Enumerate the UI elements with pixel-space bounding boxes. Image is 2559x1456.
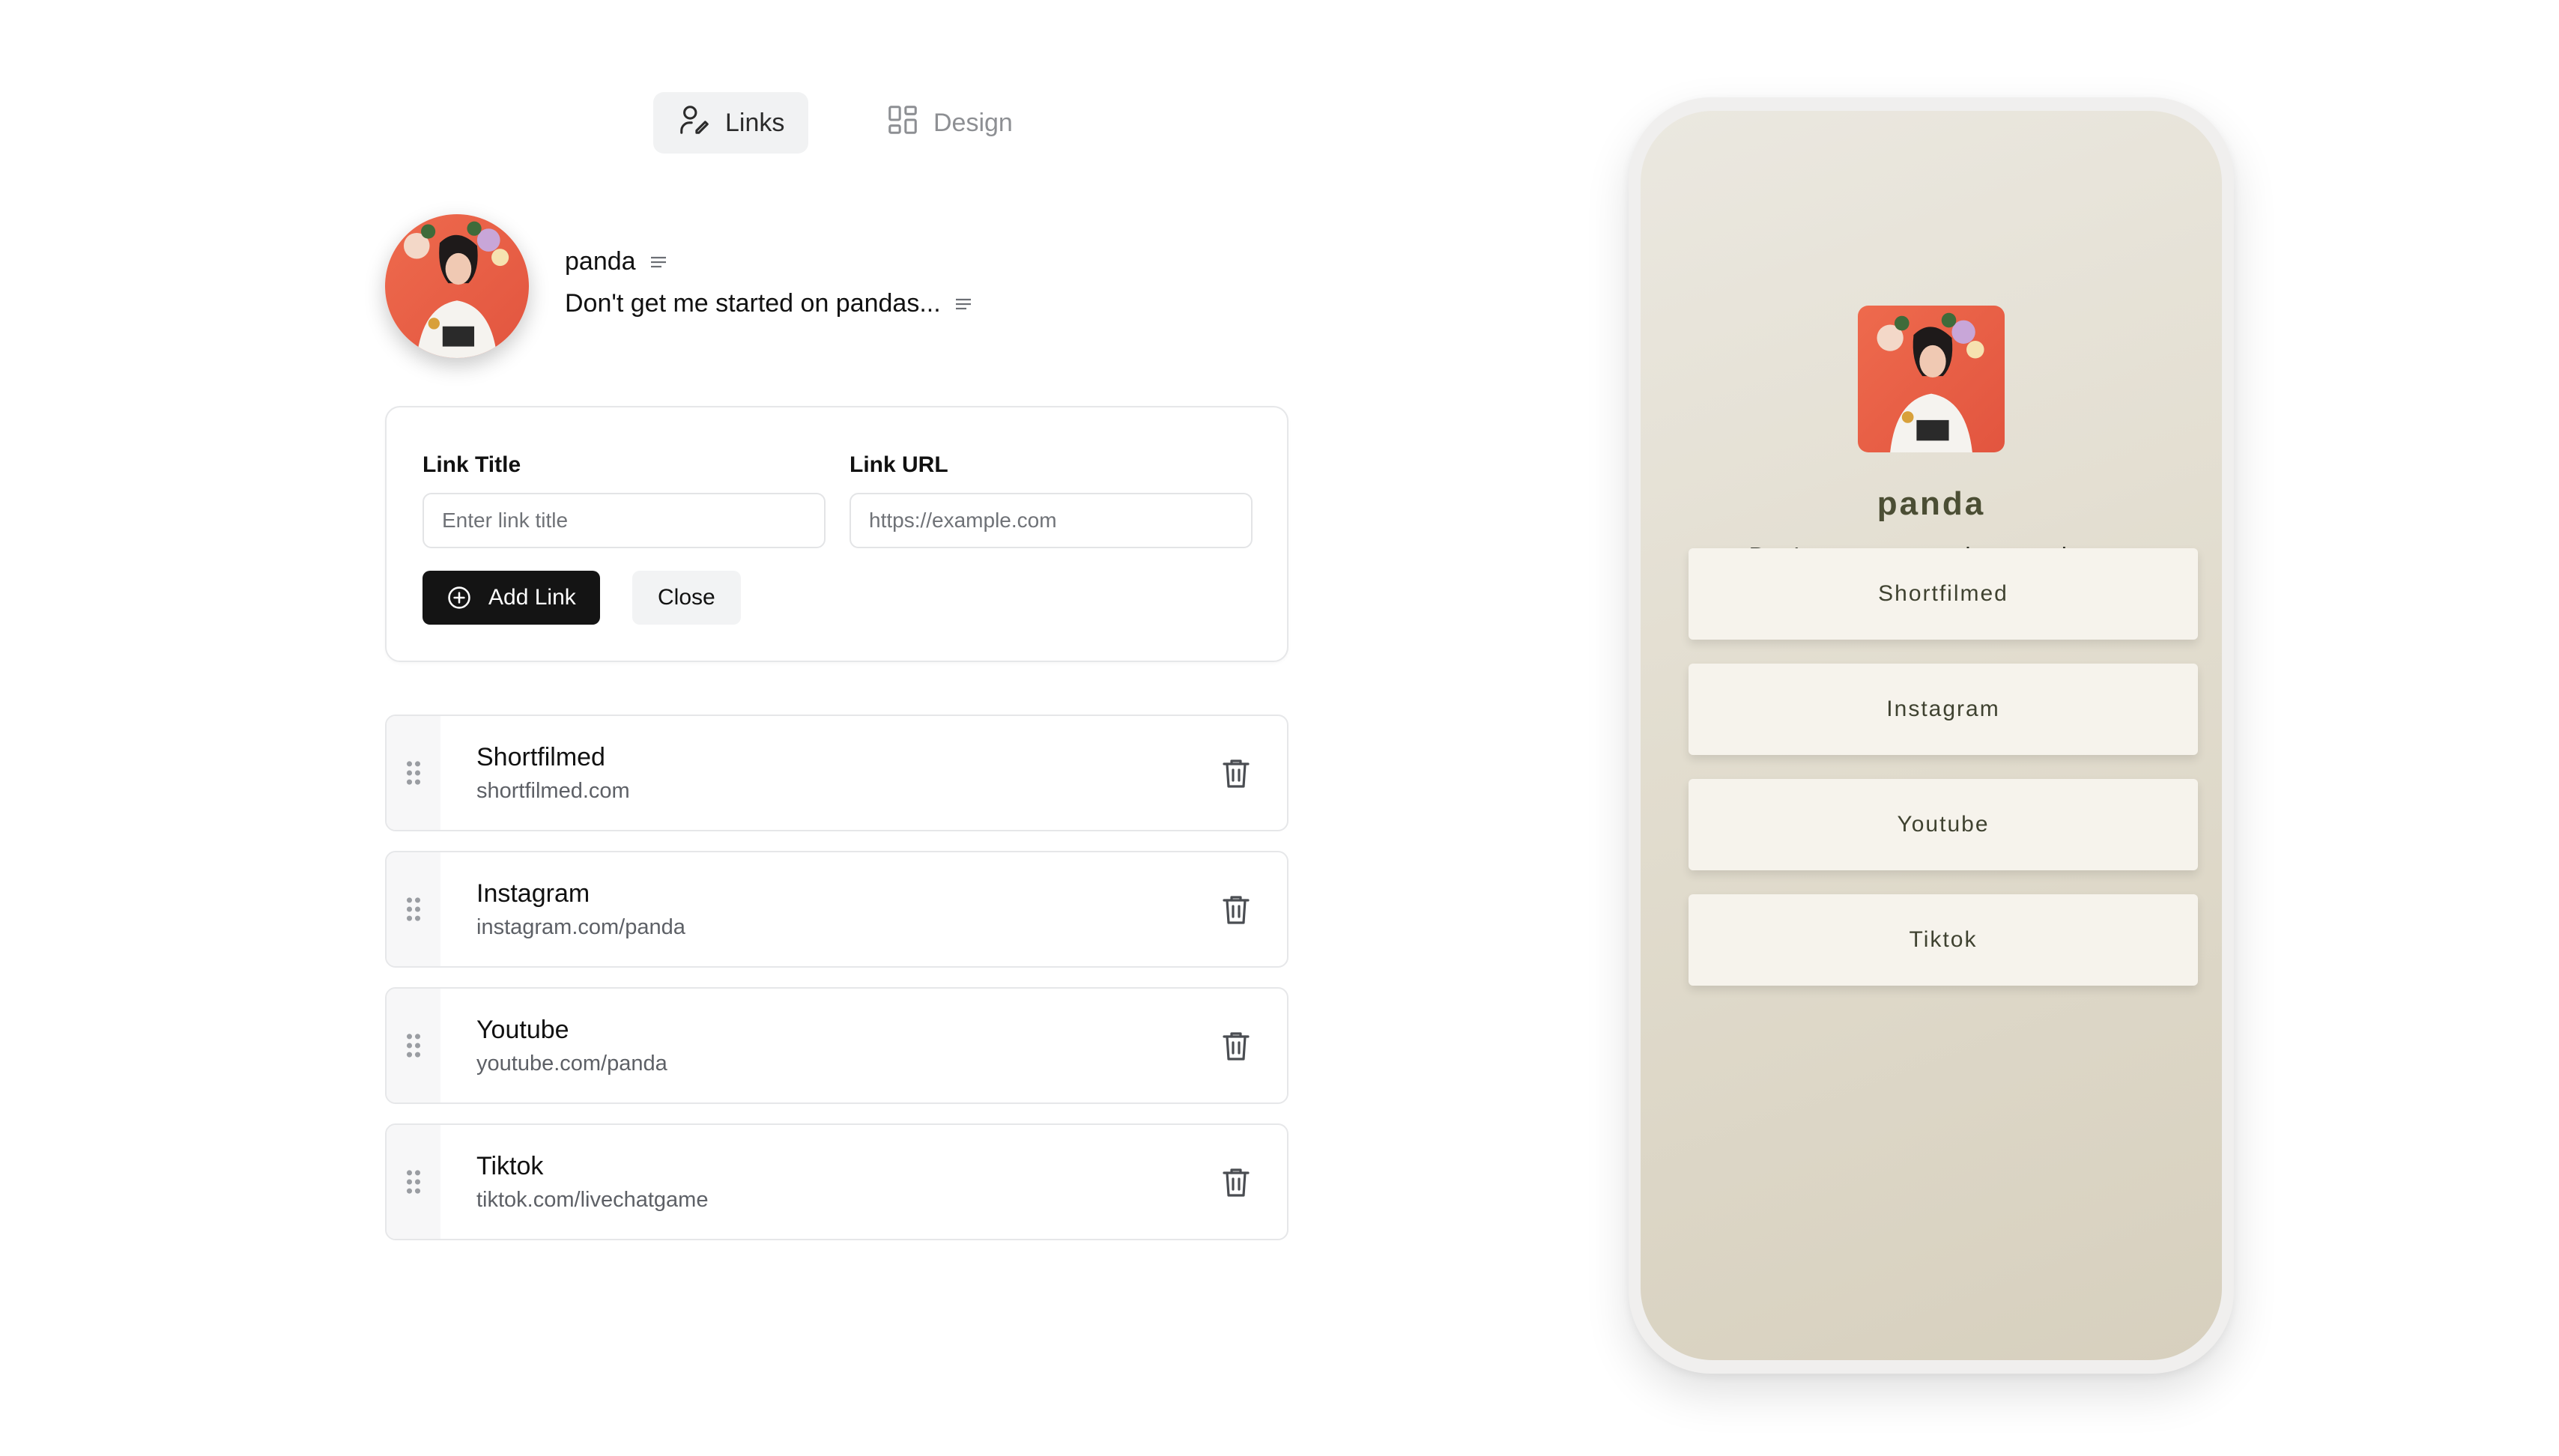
drag-handle[interactable] bbox=[387, 716, 440, 830]
link-title-label: Link Title bbox=[423, 452, 521, 477]
link-url-label: Link URL bbox=[850, 452, 948, 477]
layout-grid-icon bbox=[885, 103, 920, 144]
profile-avatar[interactable] bbox=[385, 214, 529, 358]
trash-icon[interactable] bbox=[1218, 891, 1254, 927]
link-item-url: shortfilmed.com bbox=[476, 779, 630, 803]
tab-links[interactable]: Links bbox=[653, 92, 809, 154]
close-label: Close bbox=[658, 585, 715, 610]
grip-dots-icon bbox=[406, 897, 421, 921]
drag-handle[interactable] bbox=[387, 989, 440, 1102]
close-button[interactable]: Close bbox=[632, 571, 741, 625]
grip-dots-icon bbox=[406, 1034, 421, 1058]
grip-dots-icon bbox=[406, 1170, 421, 1194]
profile-name-text: panda bbox=[565, 247, 636, 276]
preview-link-button[interactable]: Youtube bbox=[1689, 779, 2198, 870]
drag-handle[interactable] bbox=[387, 1125, 440, 1239]
add-link-form: Link Title Link URL Add Link Close bbox=[385, 406, 1288, 662]
phone-screen: panda Don't get me started on pandas... … bbox=[1641, 111, 2222, 1360]
phone-preview: panda Don't get me started on pandas... … bbox=[1629, 97, 2234, 1374]
link-item-title: Shortfilmed bbox=[476, 743, 605, 771]
trash-icon[interactable] bbox=[1218, 1164, 1254, 1200]
profile-bio[interactable]: Don't get me started on pandas... bbox=[565, 289, 972, 318]
trash-icon[interactable] bbox=[1218, 1028, 1254, 1064]
tab-links-label: Links bbox=[725, 108, 785, 137]
link-item-title: Instagram bbox=[476, 879, 590, 908]
user-edit-icon bbox=[677, 103, 712, 144]
link-url-input[interactable] bbox=[850, 493, 1253, 548]
add-link-label: Add Link bbox=[488, 585, 576, 610]
link-item[interactable]: Instagram instagram.com/panda bbox=[385, 851, 1288, 968]
profile-name[interactable]: panda bbox=[565, 247, 667, 276]
preview-link-button[interactable]: Instagram bbox=[1689, 664, 2198, 755]
grip-dots-icon bbox=[406, 761, 421, 785]
preview-link-button[interactable]: Tiktok bbox=[1689, 894, 2198, 986]
link-title-input[interactable] bbox=[423, 493, 826, 548]
text-lines-icon bbox=[955, 298, 971, 309]
preview-avatar bbox=[1858, 306, 2005, 452]
link-editor-page: Links Design panda Don't get me started … bbox=[0, 0, 2559, 1456]
preview-link-button[interactable]: Shortfilmed bbox=[1689, 548, 2198, 640]
plus-circle-icon bbox=[448, 586, 470, 609]
link-item-title: Youtube bbox=[476, 1016, 569, 1044]
link-item-url: tiktok.com/livechatgame bbox=[476, 1188, 709, 1212]
link-item-url: instagram.com/panda bbox=[476, 915, 685, 939]
link-item-title: Tiktok bbox=[476, 1152, 544, 1180]
tab-design[interactable]: Design bbox=[861, 92, 1037, 154]
link-item[interactable]: Shortfilmed shortfilmed.com bbox=[385, 715, 1288, 831]
link-item-url: youtube.com/panda bbox=[476, 1052, 667, 1076]
profile-bio-text: Don't get me started on pandas... bbox=[565, 289, 941, 318]
link-item[interactable]: Tiktok tiktok.com/livechatgame bbox=[385, 1123, 1288, 1240]
link-item[interactable]: Youtube youtube.com/panda bbox=[385, 987, 1288, 1104]
text-lines-icon bbox=[650, 256, 666, 267]
preview-name: panda bbox=[1877, 485, 1986, 522]
tab-design-label: Design bbox=[933, 108, 1013, 137]
drag-handle[interactable] bbox=[387, 852, 440, 966]
add-link-button[interactable]: Add Link bbox=[423, 571, 600, 625]
trash-icon[interactable] bbox=[1218, 755, 1254, 791]
